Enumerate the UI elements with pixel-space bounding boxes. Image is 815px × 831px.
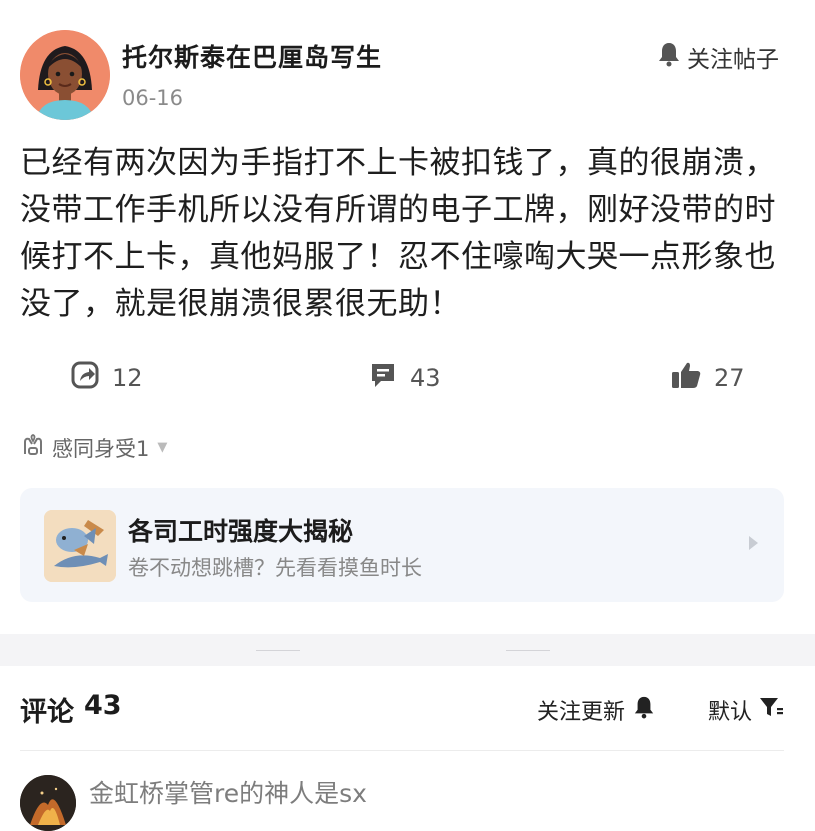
- card-title: 各司工时强度大揭秘: [128, 517, 354, 546]
- commenter-name[interactable]: 金虹桥掌管re的神人是sx: [89, 774, 367, 810]
- author-name[interactable]: 托尔斯泰在巴厘岛写生: [122, 38, 382, 74]
- comments-title: 评论: [20, 697, 74, 728]
- like-count: 27: [714, 364, 745, 392]
- follow-post-label: 关注帖子: [687, 47, 779, 73]
- comment-count: 43: [410, 364, 441, 392]
- comment-button[interactable]: 43: [368, 360, 441, 396]
- comment-bubble-icon: [368, 360, 398, 396]
- thumbs-up-icon: [670, 360, 702, 396]
- card-subtitle: 卷不动想跳槽？先看看摸鱼时长: [128, 556, 422, 580]
- commenter-avatar[interactable]: [20, 775, 76, 831]
- comments-heading: 评论 43: [20, 690, 122, 729]
- divider-line-right: [506, 650, 550, 651]
- section-divider: [0, 634, 815, 666]
- bell-icon: [633, 695, 655, 725]
- sort-label: 默认: [708, 700, 753, 725]
- share-button[interactable]: 12: [70, 360, 143, 396]
- share-count: 12: [112, 364, 143, 392]
- follow-updates-label: 关注更新: [537, 700, 626, 725]
- empathy-reaction[interactable]: 感同身受1 ▼: [20, 432, 167, 463]
- empathy-label: 感同身受1: [52, 436, 150, 461]
- follow-post-button[interactable]: 关注帖子: [657, 40, 779, 74]
- share-arrow-icon: [70, 360, 100, 396]
- topic-card[interactable]: 各司工时强度大揭秘 卷不动想跳槽？先看看摸鱼时长: [20, 488, 784, 602]
- follow-updates-button[interactable]: 关注更新: [537, 694, 655, 726]
- divider-line-left: [256, 650, 300, 651]
- caret-down-icon: ▼: [157, 440, 168, 455]
- hands-heart-icon: [20, 432, 46, 463]
- sort-dropdown[interactable]: 默认: [708, 694, 784, 726]
- bell-icon: [657, 41, 681, 73]
- author-avatar[interactable]: [20, 30, 110, 120]
- post-content: 已经有两次因为手指打不上卡被扣钱了，真的很崩溃，没带工作手机所以没有所谓的电子工…: [20, 145, 776, 322]
- filter-icon: [758, 695, 784, 725]
- chevron-right-icon: [749, 536, 758, 550]
- like-button[interactable]: 27: [670, 360, 745, 396]
- fish-illustration-icon: [44, 510, 116, 582]
- post-date: 06-16: [122, 86, 184, 110]
- comments-count: 43: [84, 690, 122, 721]
- comments-separator: [20, 750, 784, 751]
